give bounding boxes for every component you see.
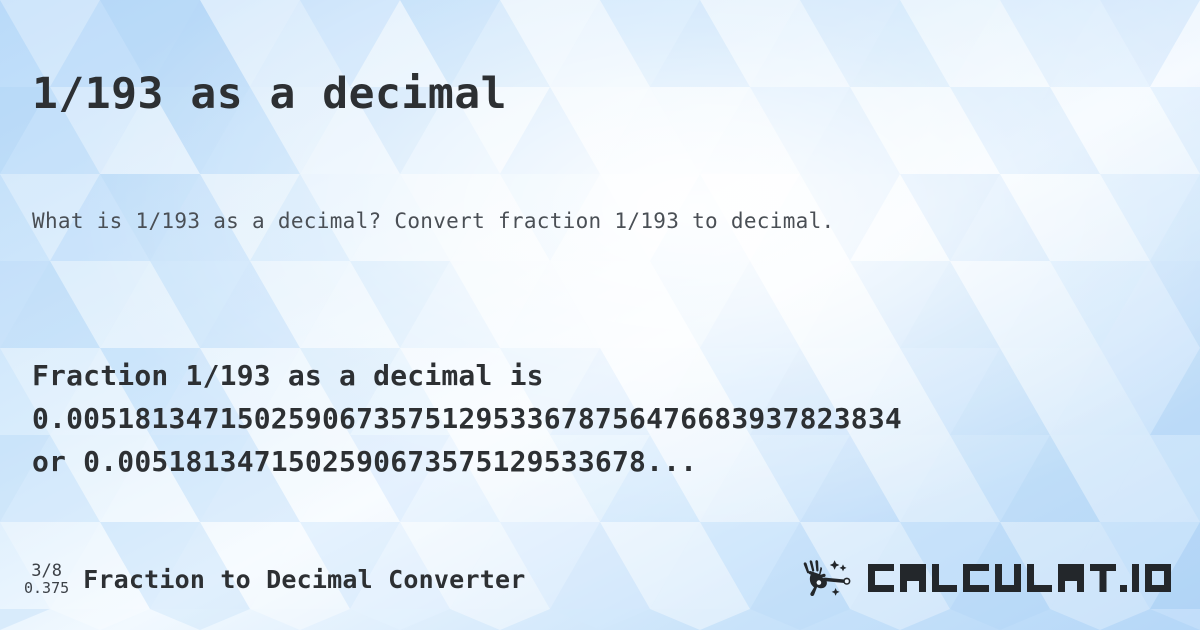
page-subtitle: What is 1/193 as a decimal? Convert frac…: [32, 209, 835, 233]
footer-tool: 3/8 0.375 Fraction to Decimal Converter: [24, 548, 525, 610]
footer: 3/8 0.375 Fraction to Decimal Converter: [0, 548, 1200, 610]
answer-full-decimal: 0.00518134715025906735751295336787564766…: [32, 401, 902, 435]
magic-wand-hand-icon: [803, 560, 851, 597]
answer-block: Fraction 1/193 as a decimal is 0.0051813…: [32, 355, 1200, 483]
answer-rounded-decimal: or 0.0051813471502590673575129533678...: [32, 444, 698, 478]
brand-logo[interactable]: [798, 548, 1182, 610]
fraction-example-icon: 3/8 0.375: [24, 561, 69, 597]
answer-heading-line: Fraction 1/193 as a decimal is: [32, 359, 544, 392]
og-image-card: 1/193 as a decimal What is 1/193 as a de…: [0, 0, 1200, 630]
footer-tool-name: Fraction to Decimal Converter: [83, 564, 526, 594]
page-title: 1/193 as a decimal: [32, 68, 507, 119]
fraction-example-decimal: 0.375: [24, 579, 70, 598]
brand-wordmark: [864, 556, 1182, 600]
